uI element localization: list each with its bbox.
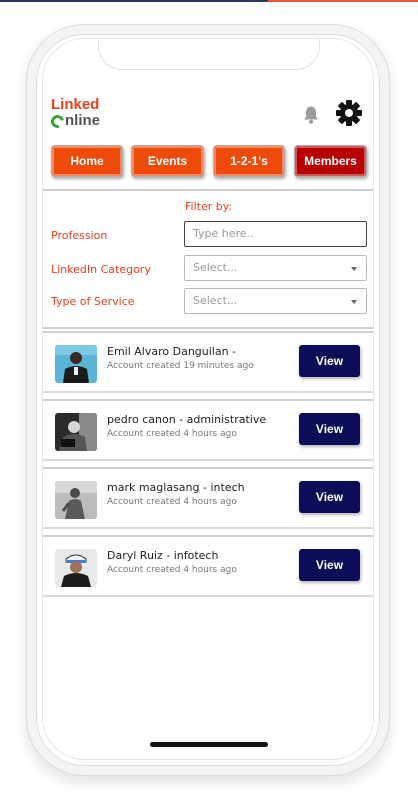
logo-line-1: Linked: [51, 96, 100, 113]
linkedin-category-select[interactable]: Select...: [184, 255, 367, 281]
chevron-down-icon: [351, 267, 357, 271]
nav-members-button[interactable]: Members: [294, 145, 367, 177]
member-created: Account created 19 minutes ago: [107, 361, 254, 371]
member-card: Emil Alvaro Danguilan - Account created …: [43, 331, 373, 393]
member-card: mark maglasang - intech Account created …: [43, 467, 373, 529]
avatar: [55, 345, 97, 383]
phone-notch: [98, 39, 320, 70]
service-type-select[interactable]: Select...: [184, 288, 367, 314]
avatar: [55, 413, 97, 451]
filter-title: Filter by:: [185, 200, 233, 213]
avatar: [55, 549, 97, 587]
member-name: Daryl Ruiz - infotech: [107, 549, 219, 562]
member-created: Account created 4 hours ago: [107, 565, 237, 575]
chevron-down-icon: [351, 300, 357, 304]
view-button[interactable]: View: [299, 481, 360, 513]
home-indicator: [150, 742, 268, 747]
profession-input[interactable]: Type here..: [184, 221, 367, 247]
main-nav: Home Events 1-2-1's Members: [43, 143, 373, 191]
view-button[interactable]: View: [299, 413, 360, 445]
logo-o-icon: [48, 112, 67, 130]
member-name: Emil Alvaro Danguilan -: [107, 345, 237, 358]
service-type-value: Select...: [193, 294, 238, 307]
profession-placeholder: Type here..: [193, 227, 254, 240]
member-card: pedro canon - administrative Account cre…: [43, 399, 373, 461]
member-name: mark maglasang - intech: [107, 481, 245, 494]
linkedin-category-value: Select...: [193, 261, 238, 274]
profession-label: Profession: [51, 229, 108, 242]
gear-icon[interactable]: [335, 99, 363, 131]
member-created: Account created 4 hours ago: [107, 497, 237, 507]
member-card: Daryl Ruiz - infotech Account created 4 …: [43, 535, 373, 597]
bell-icon[interactable]: [302, 105, 320, 129]
view-button[interactable]: View: [299, 549, 360, 581]
linkedin-category-label: LinkedIn Category: [51, 263, 151, 276]
nav-121s-button[interactable]: 1-2-1's: [213, 145, 285, 177]
nav-home-button[interactable]: Home: [51, 145, 123, 177]
avatar: [55, 481, 97, 519]
top-accent-strip: [0, 0, 418, 2]
nav-events-button[interactable]: Events: [131, 145, 204, 177]
member-name: pedro canon - administrative: [107, 413, 267, 426]
logo-line-2: nline: [48, 112, 101, 130]
member-created: Account created 4 hours ago: [107, 429, 237, 439]
app-logo[interactable]: Linked nline: [48, 96, 101, 130]
logo-line-2-text: nline: [65, 112, 101, 129]
service-type-label: Type of Service: [51, 295, 135, 308]
view-button[interactable]: View: [299, 345, 360, 377]
filter-panel: Filter by: Profession Type here.. Linked…: [43, 191, 373, 329]
app-screen: Linked nline Home Events 1-2-1's Members…: [42, 38, 374, 760]
